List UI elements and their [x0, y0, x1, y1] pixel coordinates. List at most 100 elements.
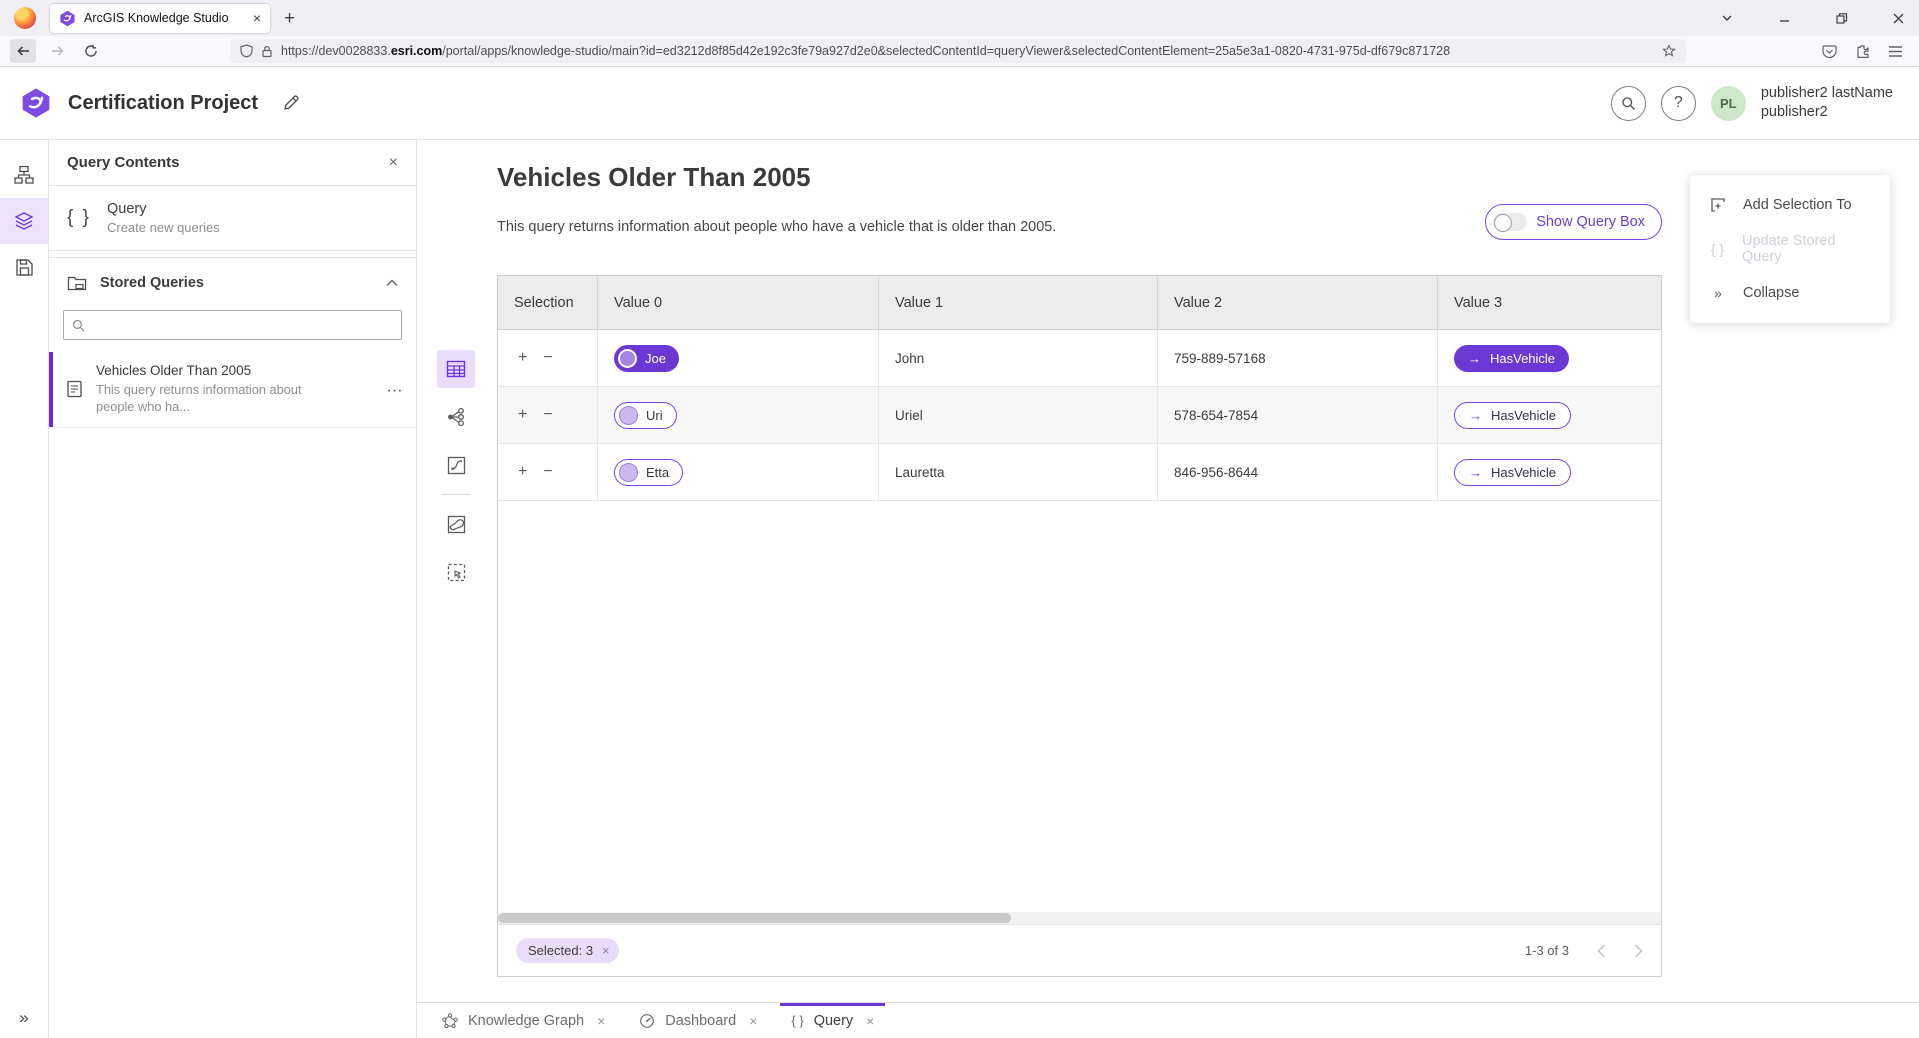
page-description: This query returns information about peo…: [497, 219, 1056, 235]
expand-rail-icon[interactable]: »: [19, 1008, 28, 1028]
tab-title: ArcGIS Knowledge Studio: [84, 11, 245, 25]
bookmark-star-icon[interactable]: [1662, 44, 1676, 58]
url-text[interactable]: https://dev0028833.esri.com/portal/apps/…: [281, 44, 1450, 58]
reload-icon[interactable]: [78, 39, 104, 63]
data-model-icon[interactable]: [0, 152, 49, 198]
selected-count-chip[interactable]: Selected: 3 ×: [516, 938, 619, 963]
tab-query[interactable]: { } Query ×: [774, 1003, 891, 1038]
table-cell-entity: Uri: [598, 387, 879, 443]
relationship-pill[interactable]: →HasVehicle: [1454, 459, 1571, 486]
app-header: Certification Project ? PL publisher2 la…: [0, 67, 1919, 140]
collapse-chevrons-icon: »: [1708, 285, 1728, 301]
stored-query-title: Vehicles Older Than 2005: [96, 363, 316, 378]
close-window-icon[interactable]: [1892, 12, 1905, 25]
page-title: Vehicles Older Than 2005: [497, 162, 811, 193]
lock-icon[interactable]: [261, 45, 273, 58]
extensions-puzzle-icon[interactable]: [1855, 44, 1870, 59]
add-selection-icon: [1708, 197, 1728, 213]
tab-close-icon[interactable]: ×: [253, 11, 261, 25]
query-item-subtitle: Create new queries: [107, 220, 220, 235]
menu-item-update-stored-query[interactable]: { } Update Stored Query: [1690, 227, 1890, 271]
cell-value: Lauretta: [879, 444, 1158, 500]
chart-view-icon[interactable]: [437, 446, 475, 484]
panel-close-icon[interactable]: ×: [389, 154, 398, 172]
results-table: SelectionValue 0Value 1Value 2Value 3 +−…: [497, 275, 1662, 977]
link-chart-icon[interactable]: [437, 398, 475, 436]
stored-queries-header[interactable]: Stored Queries: [49, 258, 416, 308]
entity-pill[interactable]: Uri: [614, 402, 677, 429]
cell-value: 578-654-7854: [1158, 387, 1438, 443]
layers-icon[interactable]: [0, 198, 49, 244]
remove-from-selection-icon[interactable]: −: [543, 464, 552, 480]
browser-tab[interactable]: ArcGIS Knowledge Studio ×: [50, 4, 270, 33]
item-options-icon[interactable]: …: [386, 377, 404, 397]
new-tab-button[interactable]: +: [284, 9, 295, 28]
knowledge-graph-icon: [442, 1013, 458, 1029]
add-to-selection-icon[interactable]: +: [518, 350, 527, 366]
query-contents-panel: Query Contents × { } Query Create new qu…: [49, 140, 417, 1038]
relationship-pill[interactable]: →HasVehicle: [1454, 402, 1571, 429]
firefox-icon[interactable]: [14, 7, 36, 29]
remove-from-selection-icon[interactable]: −: [543, 407, 552, 423]
scrollbar-thumb[interactable]: [498, 913, 1011, 923]
user-avatar[interactable]: PL: [1711, 86, 1746, 121]
map-view-icon[interactable]: [437, 505, 475, 543]
column-header: Selection: [498, 276, 598, 329]
previous-page-icon[interactable]: [1597, 944, 1606, 958]
user-name: publisher2 lastName: [1761, 84, 1893, 103]
add-to-selection-icon[interactable]: +: [518, 407, 527, 423]
column-header: Value 3: [1438, 276, 1661, 329]
remove-from-selection-icon[interactable]: −: [543, 350, 552, 366]
close-tab-icon[interactable]: ×: [597, 1013, 605, 1029]
save-icon[interactable]: [0, 244, 49, 290]
tab-knowledge-graph[interactable]: Knowledge Graph ×: [425, 1003, 622, 1038]
add-to-selection-icon[interactable]: +: [518, 464, 527, 480]
section-separator: [49, 251, 416, 258]
table-header-row: SelectionValue 0Value 1Value 2Value 3: [498, 276, 1661, 330]
search-icon[interactable]: [1611, 86, 1646, 121]
list-tabs-icon[interactable]: [1720, 11, 1734, 25]
tab-dashboard[interactable]: Dashboard ×: [622, 1003, 774, 1038]
close-tab-icon[interactable]: ×: [749, 1013, 757, 1029]
forward-icon[interactable]: [44, 39, 70, 63]
table-view-icon[interactable]: [437, 350, 475, 388]
cell-value: John: [879, 330, 1158, 386]
user-info[interactable]: publisher2 lastName publisher2: [1761, 84, 1893, 122]
horizontal-scrollbar[interactable]: [498, 912, 1661, 924]
restore-icon[interactable]: [1835, 12, 1848, 25]
entity-pill[interactable]: Joe: [614, 345, 679, 372]
next-page-icon[interactable]: [1634, 944, 1643, 958]
close-tab-icon[interactable]: ×: [866, 1013, 874, 1029]
url-bar[interactable]: https://dev0028833.esri.com/portal/apps/…: [230, 39, 1686, 63]
help-icon[interactable]: ?: [1661, 86, 1696, 121]
arrow-icon: →: [1469, 408, 1482, 423]
pocket-icon[interactable]: [1822, 44, 1837, 59]
entity-label: Etta: [646, 465, 669, 480]
entity-pill[interactable]: Etta: [614, 459, 683, 486]
toggle-label: Show Query Box: [1536, 214, 1645, 230]
chevron-up-icon[interactable]: [386, 279, 398, 287]
column-header: Value 2: [1158, 276, 1438, 329]
table-body: +−JoeJohn759-889-57168→HasVehicle+−UriUr…: [498, 330, 1661, 501]
selection-tool-icon[interactable]: [437, 553, 475, 591]
back-icon[interactable]: [10, 39, 36, 63]
table-cell-selection: +−: [498, 387, 598, 443]
new-query-item[interactable]: { } Query Create new queries: [49, 186, 416, 251]
stored-query-item[interactable]: Vehicles Older Than 2005 This query retu…: [49, 352, 416, 428]
menu-hamburger-icon[interactable]: [1888, 45, 1903, 58]
entity-avatar-icon: [619, 463, 638, 482]
minimize-icon[interactable]: [1778, 12, 1791, 25]
search-input[interactable]: [92, 318, 393, 333]
show-query-box-toggle[interactable]: Show Query Box: [1485, 204, 1662, 240]
edit-title-pencil-icon[interactable]: [282, 94, 300, 112]
arcgis-knowledge-logo: [20, 87, 52, 119]
tracking-shield-icon[interactable]: [240, 44, 253, 58]
menu-item-collapse[interactable]: » Collapse: [1690, 271, 1890, 315]
stored-query-search[interactable]: [63, 310, 402, 340]
relationship-label: HasVehicle: [1491, 465, 1556, 480]
clear-selection-icon[interactable]: ×: [602, 944, 610, 957]
query-item-title: Query: [107, 201, 220, 217]
relationship-pill[interactable]: →HasVehicle: [1454, 345, 1569, 372]
menu-item-add-selection-to[interactable]: Add Selection To: [1690, 183, 1890, 227]
column-header: Value 1: [879, 276, 1158, 329]
